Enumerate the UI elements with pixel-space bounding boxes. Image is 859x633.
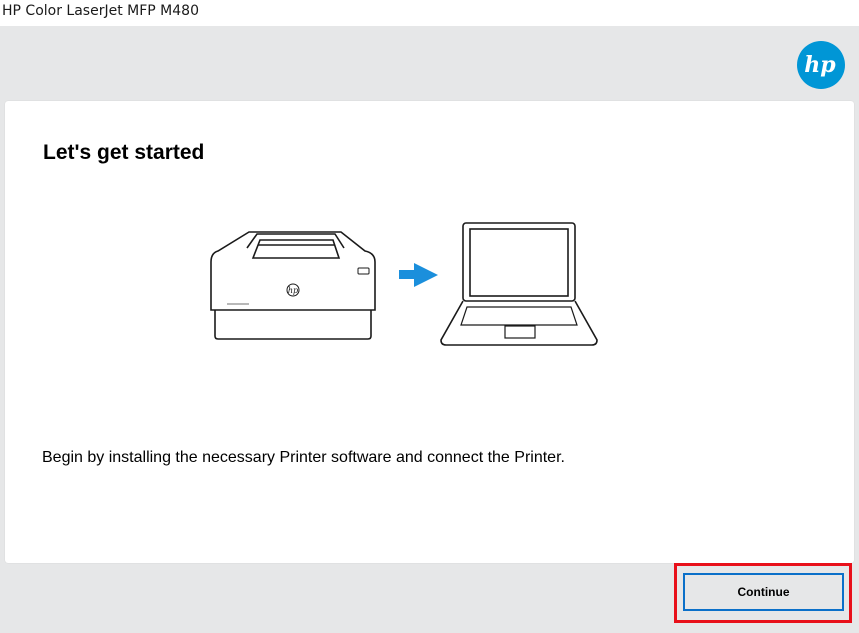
page-title: Let's get started (43, 141, 205, 164)
printer-logo-text: hp (288, 286, 298, 295)
window-title: HP Color LaserJet MFP M480 (2, 3, 199, 19)
hp-logo-text: hp (804, 52, 836, 78)
printer-to-laptop-illustration: hp (210, 222, 598, 346)
laptop-icon (440, 222, 598, 346)
content-card: Let's get started hp Begin by installing… (5, 101, 854, 563)
arrow-right-icon (399, 263, 438, 287)
hp-logo-icon: hp (797, 41, 845, 89)
continue-button[interactable]: Continue (683, 573, 844, 611)
description-text: Begin by installing the necessary Printe… (42, 449, 565, 466)
title-bar: HP Color LaserJet MFP M480 (0, 0, 859, 26)
